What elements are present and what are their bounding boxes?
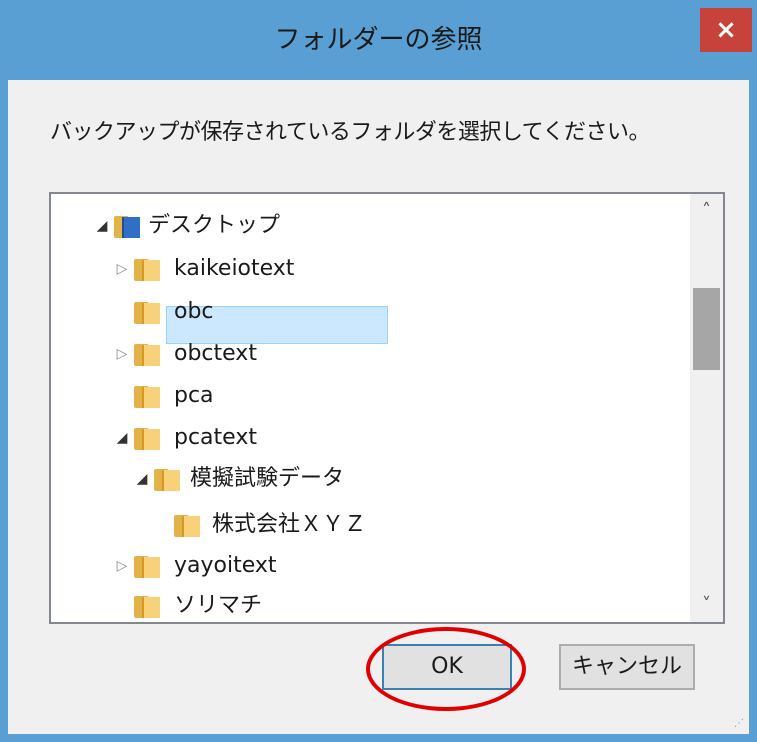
folder-icon bbox=[134, 259, 160, 281]
close-button[interactable]: × bbox=[700, 8, 752, 52]
tree-item-label: obctext bbox=[174, 341, 257, 366]
tree-item-label: デスクトップ bbox=[148, 213, 281, 238]
dialog-title: フォルダーの参照 bbox=[274, 25, 483, 55]
tree-item-label: obc bbox=[174, 299, 214, 324]
scroll-up-icon[interactable]: ˄ bbox=[690, 194, 723, 228]
resize-grip-icon[interactable]: ⋰ bbox=[734, 718, 748, 732]
ok-button[interactable]: OK bbox=[382, 644, 512, 690]
tree-item-label: 模擬試験データ bbox=[190, 466, 345, 491]
dialog-prompt: バックアップが保存されているフォルダを選択してください。 bbox=[50, 120, 651, 145]
collapsed-arrow-icon[interactable]: ▷ bbox=[112, 249, 132, 289]
scroll-down-icon[interactable]: ˅ bbox=[690, 588, 723, 622]
expanded-arrow-icon[interactable]: ◢ bbox=[132, 459, 152, 499]
tree-item-label: 株式会社ＸＹＺ bbox=[212, 512, 367, 537]
folder-icon bbox=[134, 556, 160, 578]
collapsed-arrow-icon[interactable]: ▷ bbox=[112, 334, 132, 374]
collapsed-arrow-icon[interactable]: ▷ bbox=[112, 546, 132, 586]
folder-icon bbox=[134, 428, 160, 450]
folder-icon bbox=[134, 596, 160, 618]
tree-item-label: yayoitext bbox=[174, 553, 277, 578]
cancel-button[interactable]: キャンセル bbox=[559, 644, 695, 690]
tree-item-label: pcatext bbox=[174, 425, 257, 450]
folder-icon bbox=[134, 386, 160, 408]
vertical-scrollbar[interactable]: ˄ ˅ bbox=[690, 194, 723, 622]
folder-icon bbox=[174, 515, 200, 537]
scroll-thumb[interactable] bbox=[693, 288, 720, 370]
tree-item-label: kaikeiotext bbox=[174, 256, 295, 281]
expanded-arrow-icon[interactable]: ◢ bbox=[112, 418, 132, 458]
desktop-icon bbox=[114, 216, 140, 238]
folder-icon bbox=[134, 344, 160, 366]
folder-icon bbox=[134, 302, 160, 324]
tree-item-label: ソリマチ bbox=[174, 593, 263, 618]
folder-icon bbox=[154, 469, 180, 491]
title-bar[interactable]: フォルダーの参照 × bbox=[0, 0, 757, 80]
tree-item-label: pca bbox=[174, 383, 214, 408]
expanded-arrow-icon[interactable]: ◢ bbox=[92, 206, 112, 246]
